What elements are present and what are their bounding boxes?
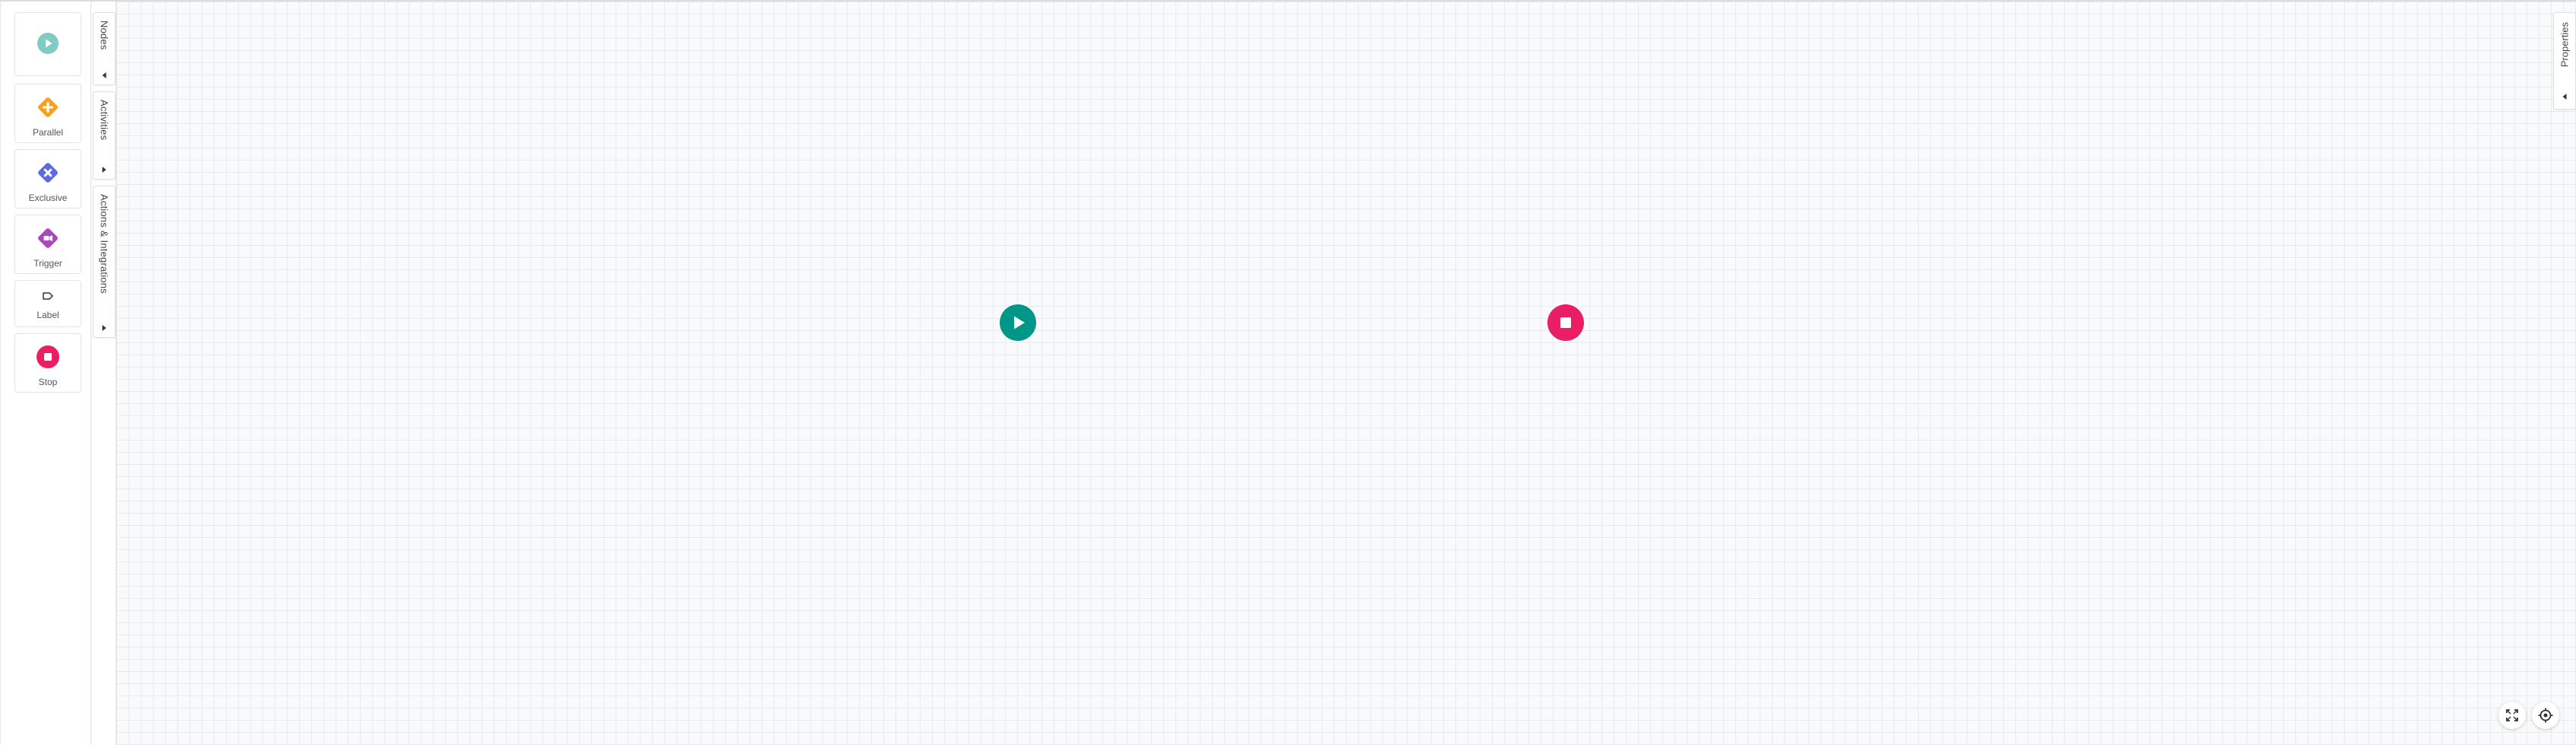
workflow-canvas[interactable]: Properties (116, 2, 2576, 745)
fit-screen-icon (2506, 709, 2518, 721)
stop-icon (37, 345, 59, 368)
palette-item-start[interactable] (14, 12, 81, 76)
palette-item-parallel[interactable]: Parallel (14, 84, 81, 143)
parallel-icon (38, 97, 58, 117)
stop-node[interactable] (1547, 304, 1584, 341)
start-node[interactable] (1000, 304, 1036, 341)
palette-item-label: Label (37, 310, 59, 320)
palette-item-label: Stop (38, 377, 58, 387)
tab-actions-integrations[interactable]: Actions & Integrations (93, 186, 116, 338)
center-focus-icon (2538, 708, 2553, 723)
workflow-designer: Parallel Exclusive Trigger Label Stop No… (0, 0, 2576, 745)
tab-activities[interactable]: Activities (93, 91, 116, 180)
palette-item-label: Trigger (33, 258, 62, 269)
tab-nodes[interactable]: Nodes (93, 12, 116, 85)
palette-item-stop[interactable]: Stop (14, 333, 81, 393)
palette-item-label-node[interactable]: Label (14, 280, 81, 327)
palette-item-label: Parallel (32, 127, 64, 138)
palette-item-label: Exclusive (28, 193, 68, 203)
collapse-arrow-icon (102, 72, 107, 78)
label-icon (43, 292, 53, 300)
center-focus-button[interactable] (2532, 702, 2559, 729)
tab-activities-label: Activities (98, 100, 110, 141)
expand-arrow-icon (102, 167, 107, 173)
start-icon (37, 33, 59, 54)
start-icon (1000, 304, 1036, 341)
stop-icon (1547, 304, 1584, 341)
palette-item-trigger[interactable]: Trigger (14, 215, 81, 274)
tab-actions-label: Actions & Integrations (98, 194, 110, 294)
fit-screen-button[interactable] (2498, 702, 2526, 729)
palette-item-exclusive[interactable]: Exclusive (14, 149, 81, 209)
expand-arrow-icon (102, 325, 107, 331)
exclusive-icon (38, 163, 58, 183)
node-palette: Parallel Exclusive Trigger Label Stop (0, 2, 91, 745)
tab-nodes-label: Nodes (98, 21, 110, 50)
expand-arrow-icon (2562, 94, 2567, 100)
trigger-icon (38, 228, 58, 248)
tab-properties[interactable]: Properties (2553, 12, 2576, 110)
tab-properties-label: Properties (2559, 22, 2571, 68)
